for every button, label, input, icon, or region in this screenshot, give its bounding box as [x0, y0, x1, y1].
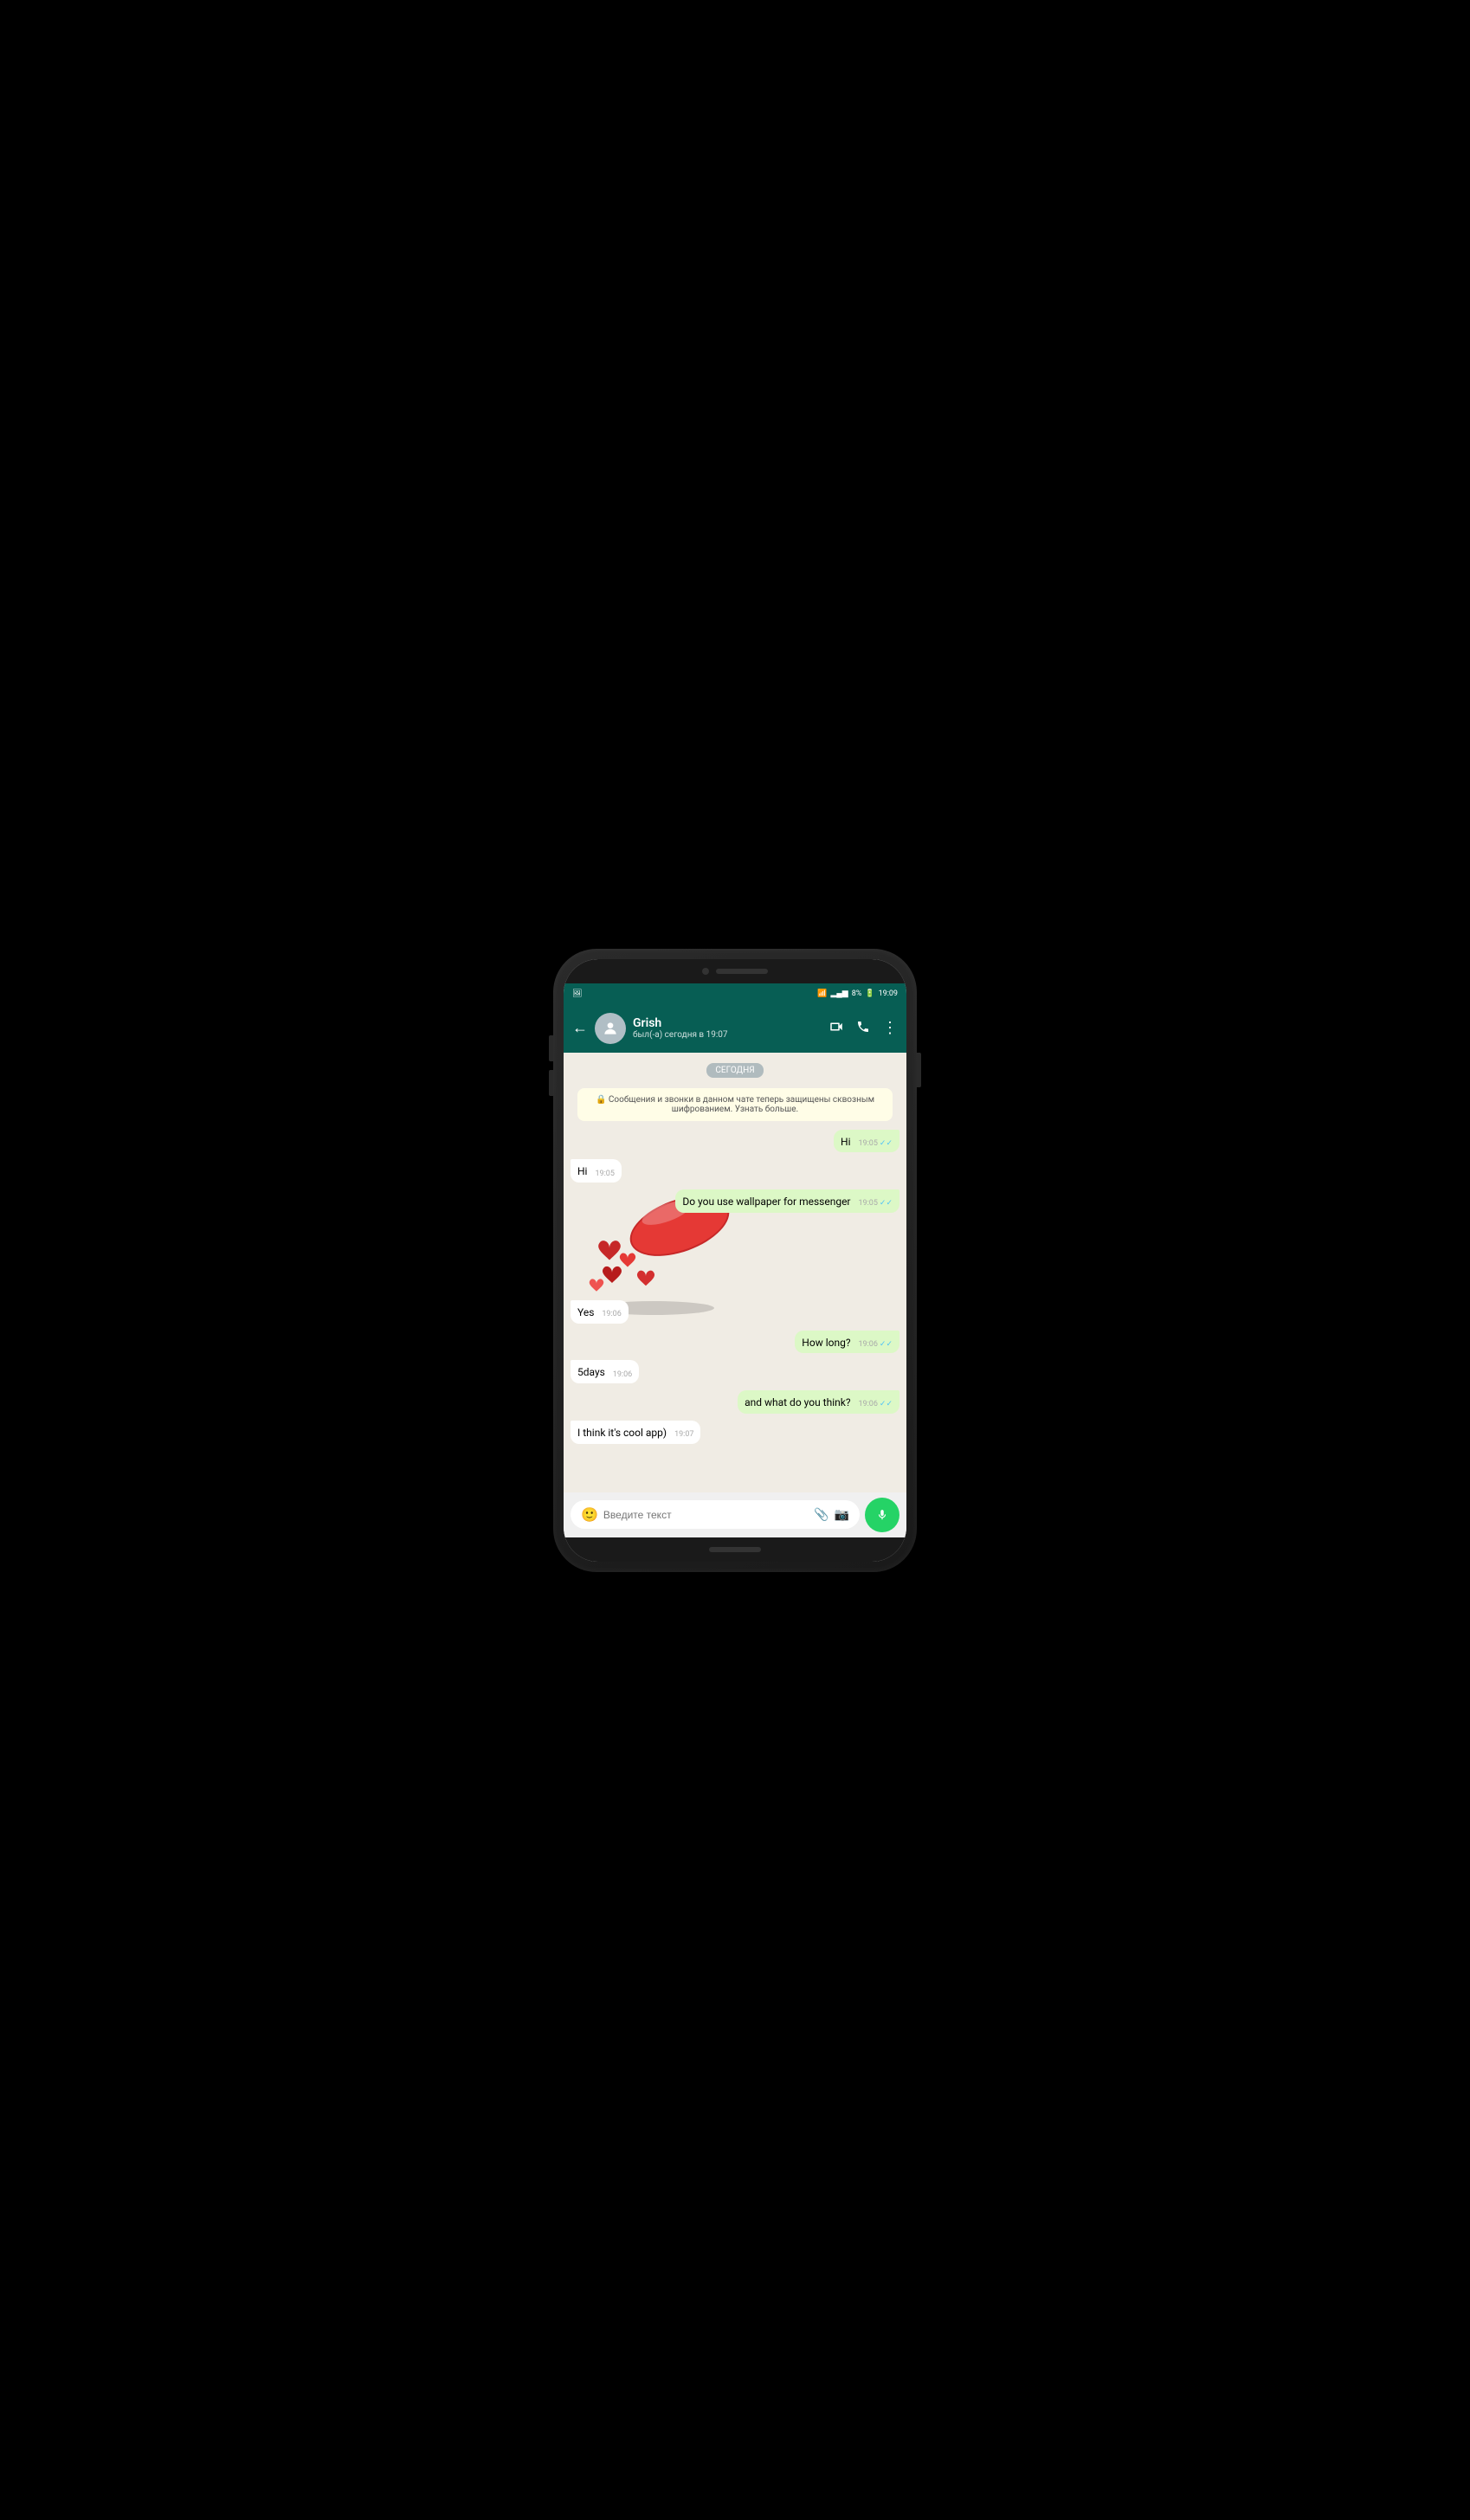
message-text: Hi — [841, 1136, 850, 1148]
message-bubble-received: Hi 19:05 — [571, 1159, 622, 1183]
back-button[interactable]: ← — [572, 1019, 588, 1037]
read-receipts: ✓✓ — [880, 1399, 893, 1410]
camera-button[interactable]: 📷 — [835, 1508, 849, 1522]
text-input-box[interactable]: 🙂 📎 📷 — [571, 1500, 860, 1529]
message-time: 19:06 — [858, 1339, 877, 1350]
status-left-icons: 🖼 — [572, 989, 582, 998]
signal-bars-icon: ▂▄▆ — [830, 989, 848, 998]
message-time: 19:07 — [674, 1429, 693, 1440]
mic-button[interactable] — [865, 1498, 899, 1532]
message-bubble-sent: How long? 19:06 ✓✓ — [795, 1331, 899, 1354]
message-text: How long? — [802, 1337, 850, 1349]
message-text: Yes — [577, 1306, 594, 1318]
message-text: and what do you think? — [745, 1396, 850, 1408]
message-meta: 19:05 ✓✓ — [858, 1198, 893, 1209]
message-meta: 19:06 ✓✓ — [858, 1339, 893, 1350]
message-meta: 19:05 — [595, 1169, 614, 1180]
volume-down-button[interactable] — [549, 1070, 553, 1096]
message-time: 19:05 — [595, 1169, 614, 1180]
message-row: How long? 19:06 ✓✓ — [571, 1331, 899, 1354]
message-row: Hi 19:05 ✓✓ — [571, 1130, 899, 1153]
message-row: Yes 19:06 — [571, 1300, 899, 1324]
volume-up-button[interactable] — [549, 1035, 553, 1061]
battery-percent: 8% — [852, 989, 862, 998]
bottom-speaker — [709, 1547, 761, 1552]
message-meta: 19:06 — [602, 1309, 621, 1320]
read-receipts: ✓✓ — [880, 1198, 893, 1209]
phone-screen: 🖼 📶 ▂▄▆ 8% 🔋 19:09 ← Grish был(-а) се — [564, 959, 906, 1562]
earpiece-speaker — [716, 969, 768, 974]
message-text: I think it's cool app) — [577, 1427, 667, 1439]
wifi-icon: 📶 — [817, 989, 827, 998]
contact-info[interactable]: Grish был(-а) сегодня в 19:07 — [633, 1016, 822, 1040]
message-time: 19:06 — [602, 1309, 621, 1320]
date-separator: СЕГОДНЯ — [706, 1063, 763, 1078]
message-input[interactable] — [603, 1509, 809, 1521]
chat-header: ← Grish был(-а) сегодня в 19:07 — [564, 1004, 906, 1053]
phone-top-bezel — [564, 959, 906, 983]
message-input-area: 🙂 📎 📷 — [564, 1492, 906, 1537]
message-bubble-sent: and what do you think? 19:06 ✓✓ — [738, 1390, 899, 1414]
message-bubble-received: Yes 19:06 — [571, 1300, 629, 1324]
message-time: 19:05 — [858, 1138, 877, 1150]
chat-messages: СЕГОДНЯ 🔒 Сообщения и звонки в данном ча… — [571, 1060, 899, 1446]
read-receipts: ✓✓ — [880, 1138, 893, 1150]
message-row: 5days 19:06 — [571, 1360, 899, 1383]
battery-icon: 🔋 — [865, 989, 874, 998]
message-bubble-received: 5days 19:06 — [571, 1360, 639, 1383]
message-row: Hi 19:05 — [571, 1159, 899, 1183]
message-meta: 19:07 — [674, 1429, 693, 1440]
clock: 19:09 — [879, 989, 898, 998]
message-meta: 19:06 ✓✓ — [858, 1399, 893, 1410]
message-text: Do you use wallpaper for messenger — [682, 1196, 850, 1208]
status-right-info: 📶 ▂▄▆ 8% 🔋 19:09 — [817, 989, 898, 998]
message-meta: 19:06 — [613, 1370, 632, 1381]
read-receipts: ✓✓ — [880, 1339, 893, 1350]
notification-icon: 🖼 — [572, 989, 582, 998]
status-bar: 🖼 📶 ▂▄▆ 8% 🔋 19:09 — [564, 983, 906, 1004]
message-bubble-received: I think it's cool app) 19:07 — [571, 1421, 700, 1444]
front-camera — [702, 968, 709, 975]
more-options-button[interactable]: ⋮ — [882, 1019, 898, 1037]
message-time: 19:05 — [858, 1198, 877, 1209]
message-row: and what do you think? 19:06 ✓✓ — [571, 1390, 899, 1414]
message-text: Hi — [577, 1165, 587, 1177]
phone-device: 🖼 📶 ▂▄▆ 8% 🔋 19:09 ← Grish был(-а) се — [553, 949, 917, 1572]
phone-call-button[interactable] — [856, 1020, 870, 1037]
contact-name: Grish — [633, 1016, 822, 1030]
phone-bottom-bezel — [564, 1537, 906, 1562]
message-row: I think it's cool app) 19:07 — [571, 1421, 899, 1444]
attach-button[interactable]: 📎 — [814, 1508, 828, 1522]
contact-avatar[interactable] — [595, 1013, 626, 1044]
encryption-notice[interactable]: 🔒 Сообщения и звонки в данном чате тепер… — [577, 1088, 893, 1121]
message-row: Do you use wallpaper for messenger 19:05… — [571, 1189, 899, 1213]
message-meta: 19:05 ✓✓ — [858, 1138, 893, 1150]
emoji-button[interactable]: 🙂 — [581, 1506, 598, 1523]
chat-body[interactable]: СЕГОДНЯ 🔒 Сообщения и звонки в данном ча… — [564, 1053, 906, 1492]
message-bubble-sent: Hi 19:05 ✓✓ — [834, 1130, 899, 1153]
message-time: 19:06 — [858, 1399, 877, 1410]
contact-status: был(-а) сегодня в 19:07 — [633, 1030, 822, 1040]
message-text: 5days — [577, 1366, 605, 1378]
message-bubble-sent: Do you use wallpaper for messenger 19:05… — [675, 1189, 899, 1213]
header-actions: ⋮ — [828, 1019, 898, 1038]
power-button[interactable] — [917, 1053, 921, 1087]
video-call-button[interactable] — [828, 1019, 844, 1038]
message-time: 19:06 — [613, 1370, 632, 1381]
